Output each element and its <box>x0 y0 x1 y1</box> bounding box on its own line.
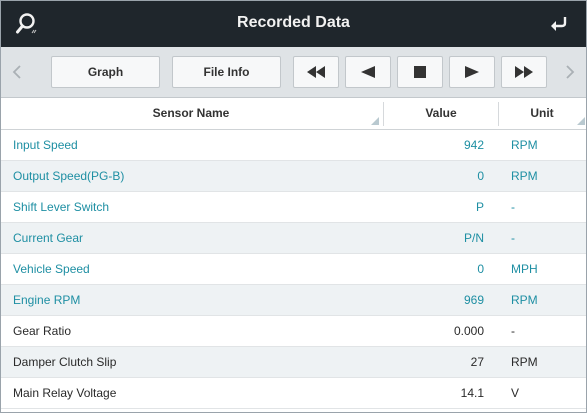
sensor-value: 0.000 <box>453 324 484 338</box>
sensor-unit: RPM <box>511 355 538 369</box>
table-header: Sensor Name Value Unit <box>1 98 586 130</box>
sensor-data-table: Input Speed 942 RPM Output Speed(PG-B) 0… <box>1 130 586 409</box>
sensor-value: P <box>475 200 484 214</box>
sensor-name: Damper Clutch Slip <box>13 355 117 369</box>
stop-icon <box>414 66 426 78</box>
sensor-unit: RPM <box>511 169 538 183</box>
rewind-icon <box>307 66 325 78</box>
table-row[interactable]: Vehicle Speed 0 MPH <box>1 254 586 285</box>
sensor-name: Output Speed(PG-B) <box>13 169 125 183</box>
sensor-name: Engine RPM <box>13 293 81 307</box>
file-info-button[interactable]: File Info <box>172 56 281 88</box>
sensor-value: 0 <box>477 169 484 183</box>
table-row[interactable]: Main Relay Voltage 14.1 V <box>1 378 586 409</box>
scroll-right-chevron-icon[interactable] <box>558 47 582 97</box>
sensor-value: 0 <box>477 262 484 276</box>
sensor-name: Vehicle Speed <box>13 262 90 276</box>
sensor-value: 942 <box>463 138 484 152</box>
playback-toolbar: Graph File Info <box>1 47 586 98</box>
page-title: Recorded Data <box>237 14 350 31</box>
title-bar: Recorded Data <box>1 1 586 47</box>
sensor-unit: - <box>511 324 515 338</box>
sensor-name: Gear Ratio <box>13 324 72 338</box>
previous-button[interactable] <box>345 56 391 88</box>
sensor-unit: V <box>511 386 520 400</box>
sensor-name: Input Speed <box>13 138 78 152</box>
sensor-value: P/N <box>463 231 484 245</box>
sort-indicator-icon <box>371 117 379 125</box>
table-row[interactable]: Shift Lever Switch P - <box>1 192 586 223</box>
sensor-unit: MPH <box>511 262 538 276</box>
sensor-value: 14.1 <box>460 386 484 400</box>
back-arrow-icon[interactable] <box>544 9 574 39</box>
sort-indicator-icon <box>577 117 585 125</box>
scroll-left-chevron-icon[interactable] <box>5 47 29 97</box>
recorded-data-screen: Recorded Data Graph File Info Sensor Nam… <box>0 0 587 413</box>
sensor-unit: - <box>511 231 515 245</box>
sensor-unit: RPM <box>511 138 538 152</box>
column-header-sensor-name[interactable]: Sensor Name <box>1 98 381 129</box>
sensor-unit: - <box>511 200 515 214</box>
fast-forward-button[interactable] <box>501 56 547 88</box>
table-row[interactable]: Damper Clutch Slip 27 RPM <box>1 347 586 378</box>
sensor-value: 969 <box>463 293 484 307</box>
sensor-value: 27 <box>470 355 484 369</box>
table-row[interactable]: Current Gear P/N - <box>1 223 586 254</box>
sensor-name: Main Relay Voltage <box>13 386 117 400</box>
column-header-unit[interactable]: Unit <box>499 98 585 129</box>
table-row[interactable]: Output Speed(PG-B) 0 RPM <box>1 161 586 192</box>
play-icon <box>465 66 479 78</box>
sensor-unit: RPM <box>511 293 538 307</box>
column-header-value[interactable]: Value <box>384 98 498 129</box>
stop-button[interactable] <box>397 56 443 88</box>
play-button[interactable] <box>449 56 495 88</box>
table-row[interactable]: Input Speed 942 RPM <box>1 130 586 161</box>
table-row[interactable]: Gear Ratio 0.000 - <box>1 316 586 347</box>
step-back-icon <box>361 66 375 78</box>
rewind-button[interactable] <box>293 56 339 88</box>
graph-button[interactable]: Graph <box>51 56 160 88</box>
sensor-name: Current Gear <box>13 231 84 245</box>
sensor-name: Shift Lever Switch <box>13 200 110 214</box>
fast-forward-icon <box>515 66 533 78</box>
table-row[interactable]: Engine RPM 969 RPM <box>1 285 586 316</box>
